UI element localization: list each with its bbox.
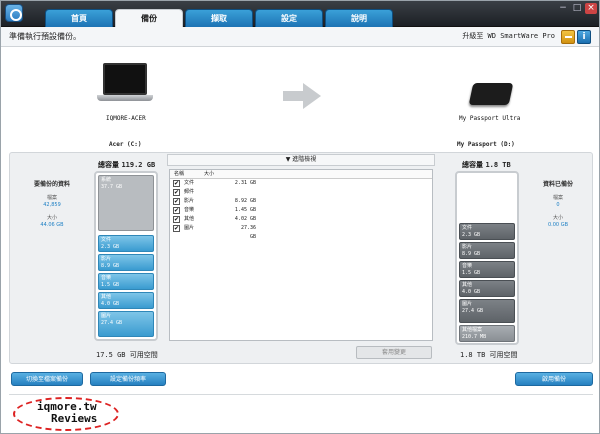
target-seg-pictures: 圖片 27.4 GB (459, 299, 515, 323)
target-seg-documents: 文件 2.3 GB (459, 223, 515, 240)
source-seg-music: 音樂 1.5 GB (98, 273, 154, 290)
backup-panel: 要備份的資料 檔案 42,859 大小 44.06 GB 總容量 119.2 G… (9, 152, 593, 364)
list-item[interactable]: 影片8.92 GB (170, 197, 432, 206)
target-usage-bar: 文件 2.3 GB 影片 8.9 GB 音樂 1.5 GB 其他 4.0 GB 圖片 27… (455, 171, 519, 345)
arrow-right-icon (283, 83, 321, 109)
list-item[interactable]: 郵件 (170, 188, 432, 197)
tab-retrieve[interactable]: 擷取 (185, 9, 253, 27)
watermark-line2: Reviews (51, 412, 98, 425)
source-seg-other: 其他 4.0 GB (98, 292, 154, 309)
files-count: 42,859 (43, 202, 61, 208)
title-bar: 首頁 備份 擷取 設定 說明 − □ × (1, 1, 599, 27)
info-icon[interactable]: i (577, 30, 591, 44)
target-free-space: 1.8 TB 可用空間 (460, 351, 518, 359)
advanced-view-toggle[interactable]: ▼ 進階檢視 (167, 154, 435, 166)
tab-home[interactable]: 首頁 (45, 9, 113, 27)
laptop-icon (97, 63, 153, 105)
maximize-icon[interactable]: □ (571, 3, 583, 14)
checkbox[interactable] (173, 197, 180, 206)
key-icon[interactable] (561, 30, 575, 44)
target-seg-other-files: 其他檔案 210.7 MB (459, 325, 515, 342)
passport-drive-icon (468, 83, 514, 105)
tab-backup[interactable]: 備份 (115, 9, 183, 27)
list-header: 名稱 大小 (170, 170, 432, 179)
set-backup-frequency-button[interactable]: 設定備份頻率 (90, 372, 166, 386)
list-item[interactable]: 音樂1.45 GB (170, 206, 432, 215)
target-seg-music: 音樂 1.5 GB (459, 261, 515, 278)
source-usage-bar: 系統 37.7 GB 文件 2.3 GB 影片 8.9 GB 音樂 1.5 GB 其他 4… (94, 171, 158, 341)
source-seg-pictures: 圖片 27.4 GB (98, 311, 154, 337)
switch-to-file-backup-button[interactable]: 切換至檔案備份 (11, 372, 83, 386)
category-list: 名稱 大小 文件2.31 GB 郵件 影片8.92 GB 音樂1.45 GB 其… (169, 169, 433, 341)
close-icon[interactable]: × (585, 3, 597, 14)
card-title: 資料已備份 (542, 181, 573, 188)
source-free-space: 17.5 GB 可用空間 (96, 351, 158, 359)
apply-changes-button[interactable]: 套用變更 (356, 346, 432, 359)
source-seg-system: 系統 37.7 GB (98, 175, 154, 231)
target-device-name: My Passport Ultra (459, 115, 521, 122)
checkbox[interactable] (173, 215, 180, 224)
size-label: 大小 (552, 215, 563, 221)
checkbox[interactable] (173, 179, 180, 188)
watermark-logo: iqmore.tw Reviews (13, 397, 119, 431)
source-seg-documents: 文件 2.3 GB (98, 235, 154, 252)
files-count: 0 (556, 202, 560, 208)
files-label: 檔案 (46, 195, 57, 201)
column-size[interactable]: 大小 (204, 170, 214, 178)
target-volume: My Passport (D:) (457, 141, 515, 148)
wd-logo-icon (5, 4, 23, 22)
checkbox[interactable] (173, 206, 180, 215)
card-title: 要備份的資料 (33, 181, 70, 188)
source-device-name: IQMORE-ACER (106, 115, 146, 122)
size-label: 大小 (46, 215, 57, 221)
list-item[interactable]: 其他4.02 GB (170, 215, 432, 224)
target-seg-videos: 影片 8.9 GB (459, 242, 515, 259)
status-row: 準備執行預設備份。 升級至 WD SmartWare Pro i (1, 27, 599, 47)
status-text: 準備執行預設備份。 (9, 32, 81, 41)
minimize-icon[interactable]: − (557, 3, 569, 14)
list-item[interactable]: 圖片27.36 GB (170, 224, 432, 240)
target-seg-other: 其他 4.0 GB (459, 280, 515, 297)
backed-up-card: 資料已備份 檔案 0 大小 0.00 GB (522, 173, 594, 243)
files-to-backup-card: 要備份的資料 檔案 42,859 大小 44.06 GB (16, 173, 88, 243)
tab-settings[interactable]: 設定 (255, 9, 323, 27)
source-volume: Acer (C:) (109, 141, 142, 148)
checkbox[interactable] (173, 188, 180, 197)
target-capacity: 總容量 1.8 TB (462, 161, 511, 169)
start-backup-button[interactable]: 啟用備份 (515, 372, 593, 386)
files-label: 檔案 (552, 195, 563, 201)
source-capacity: 總容量 119.2 GB (98, 161, 156, 169)
divider (9, 394, 593, 395)
column-name[interactable]: 名稱 (174, 170, 184, 178)
tab-help[interactable]: 說明 (325, 9, 393, 27)
source-seg-videos: 影片 8.9 GB (98, 254, 154, 271)
upgrade-link[interactable]: 升級至 WD SmartWare Pro (462, 31, 555, 41)
size-value: 0.00 GB (547, 222, 569, 228)
checkbox[interactable] (173, 224, 180, 233)
size-value: 44.06 GB (40, 222, 64, 228)
list-item[interactable]: 文件2.31 GB (170, 179, 432, 188)
app-window: 首頁 備份 擷取 設定 說明 − □ × 準備執行預設備份。 升級至 WD Sm… (0, 0, 600, 434)
